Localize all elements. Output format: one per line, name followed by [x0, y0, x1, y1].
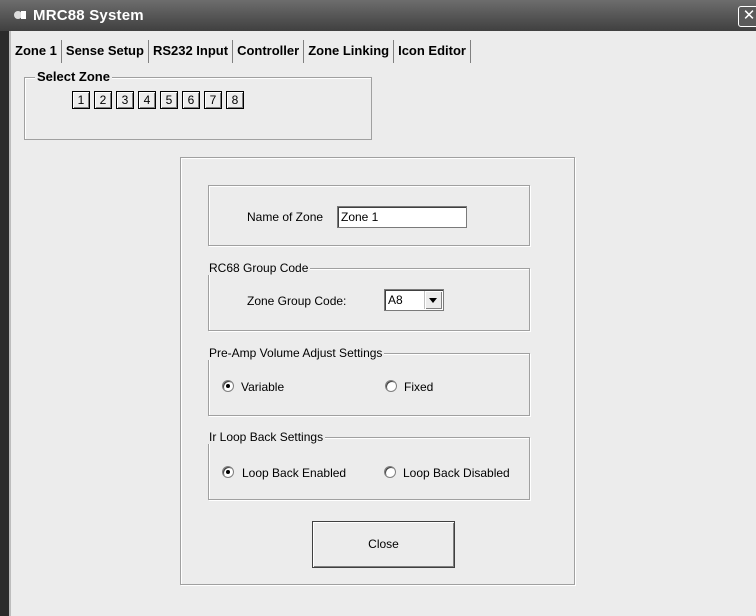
zone-buttons: 1 2 3 4 5 6 7 8 [72, 91, 248, 109]
window-border-inner [9, 31, 11, 616]
zone-group-code-value: A8 [388, 293, 403, 307]
zone-button-6[interactable]: 6 [182, 91, 200, 109]
zone-name-input[interactable] [337, 206, 467, 228]
zone-button-4[interactable]: 4 [138, 91, 156, 109]
loop-back-enabled-label: Loop Back Enabled [242, 466, 347, 480]
loop-back-disabled-radio[interactable] [384, 466, 396, 478]
window-title: MRC88 System [33, 7, 144, 24]
ir-loop-legend: Ir Loop Back Settings [207, 430, 326, 444]
loop-back-enabled-radio[interactable] [222, 466, 234, 478]
tab-zone-1[interactable]: Zone 1 [11, 40, 62, 63]
tab-controller[interactable]: Controller [233, 40, 305, 63]
close-button[interactable]: Close [312, 521, 455, 568]
zone-button-3[interactable]: 3 [116, 91, 134, 109]
fixed-radio[interactable] [385, 380, 397, 392]
tab-zone-linking[interactable]: Zone Linking [304, 40, 395, 63]
tab-bar: Zone 1 Sense Setup RS232 Input Controlle… [11, 40, 471, 64]
window-border [0, 31, 9, 616]
title-bar: MRC88 System ✕ [0, 0, 756, 31]
tab-icon-editor[interactable]: Icon Editor [394, 40, 471, 63]
preamp-volume-legend: Pre-Amp Volume Adjust Settings [207, 346, 385, 360]
app-icon [14, 11, 26, 19]
variable-radio-label: Variable [241, 380, 285, 394]
zone-group-code-select[interactable]: A8 [384, 289, 444, 311]
chevron-down-icon[interactable] [424, 291, 442, 309]
loop-back-disabled-label: Loop Back Disabled [403, 466, 510, 480]
fixed-radio-label: Fixed [404, 380, 434, 394]
zone-button-2[interactable]: 2 [94, 91, 112, 109]
tab-rs232-input[interactable]: RS232 Input [149, 40, 234, 63]
zone-button-5[interactable]: 5 [160, 91, 178, 109]
zone-button-1[interactable]: 1 [72, 91, 90, 109]
group-code-legend: RC68 Group Code [207, 261, 311, 275]
select-zone-group: Select Zone 1 2 3 4 5 6 7 8 [24, 69, 372, 140]
zone-group-code-label: Zone Group Code: [247, 294, 347, 308]
select-zone-legend: Select Zone [35, 69, 112, 84]
zone-button-8[interactable]: 8 [226, 91, 244, 109]
variable-radio[interactable] [222, 380, 234, 392]
zone-name-label: Name of Zone [247, 210, 324, 224]
tab-sense-setup[interactable]: Sense Setup [62, 40, 149, 63]
zone-button-7[interactable]: 7 [204, 91, 222, 109]
window-close-button[interactable]: ✕ [738, 6, 756, 27]
